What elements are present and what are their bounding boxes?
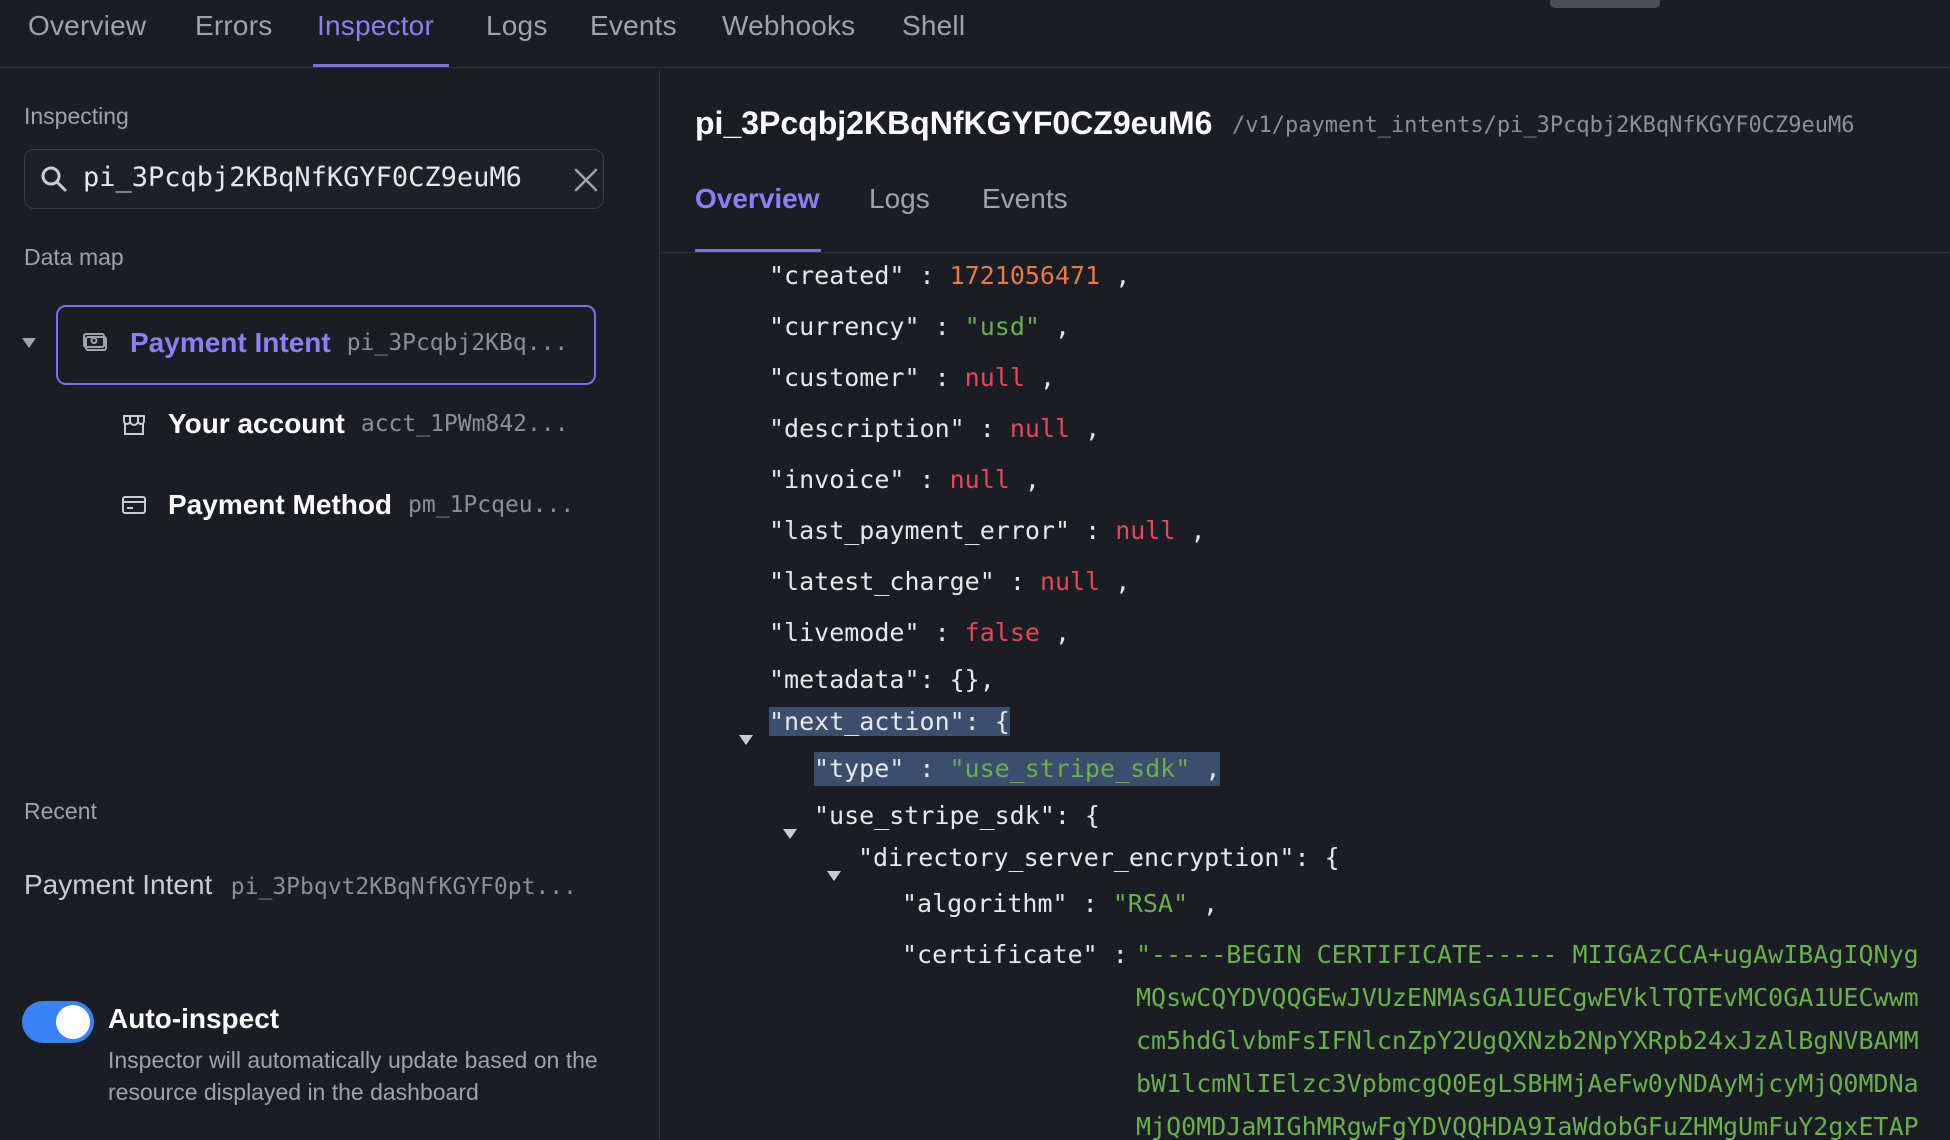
tab-webhooks[interactable]: Webhooks bbox=[722, 10, 855, 42]
tab-shell[interactable]: Shell bbox=[902, 10, 965, 42]
tab-errors[interactable]: Errors bbox=[195, 10, 272, 42]
resource-panel: pi_3Pcqbj2KBqNfKGYF0CZ9euM6 /v1/payment_… bbox=[661, 69, 1950, 1140]
json-key: "invoice" bbox=[769, 465, 905, 494]
json-value: null bbox=[949, 465, 1010, 494]
active-tab-indicator bbox=[313, 64, 449, 67]
json-line-directory-server-encryption[interactable]: "directory_server_encryption": { bbox=[858, 841, 1340, 875]
json-line-last-payment-error: "last_payment_error" : null , bbox=[769, 516, 1206, 545]
auto-inspect-label: Auto-inspect bbox=[108, 1003, 280, 1034]
json-line-algorithm: "algorithm" : "RSA" , bbox=[902, 889, 1219, 918]
recent-label: Recent bbox=[24, 798, 97, 824]
json-key: "algorithm" bbox=[902, 889, 1068, 918]
inspector-sidebar: Inspecting pi_3Pcqbj2KBqNfKGYF0CZ9euM6 D… bbox=[0, 69, 660, 1140]
json-key: "certificate" bbox=[902, 940, 1098, 969]
auto-inspect-description: Inspector will automatically update base… bbox=[108, 1047, 598, 1105]
json-value: null bbox=[1115, 516, 1176, 545]
tab-logs[interactable]: Logs bbox=[486, 10, 548, 42]
data-map-item-title: Payment Intent bbox=[130, 327, 331, 358]
json-value: false bbox=[964, 618, 1040, 647]
json-key-highlighted: "next_action": { bbox=[769, 707, 1010, 736]
subtab-events[interactable]: Events bbox=[982, 183, 1068, 215]
json-line-livemode: "livemode" : false , bbox=[769, 618, 1071, 647]
payment-intent-icon bbox=[83, 333, 107, 351]
json-key: "latest_charge" bbox=[769, 567, 995, 596]
top-nav: Overview Errors Inspector Logs Events We… bbox=[0, 0, 1950, 68]
certificate-line: "-----BEGIN CERTIFICATE----- MIIGAzCCA+u… bbox=[1136, 940, 1919, 969]
search-icon bbox=[41, 166, 67, 192]
tab-inspector[interactable]: Inspector bbox=[317, 10, 434, 42]
recent-item[interactable]: Payment Intent pi_3Pbqvt2KBqNfKGYF0pt... bbox=[24, 869, 577, 901]
json-key: "description" bbox=[769, 414, 965, 443]
recent-item-id: pi_3Pbqvt2KBqNfKGYF0pt... bbox=[230, 874, 577, 900]
data-map-label: Data map bbox=[24, 244, 124, 270]
certificate-line: bW1lcmNlIElzc3VpbmcgQ0EgLSBHMjAeFw0yNDAy… bbox=[1136, 1069, 1919, 1098]
scrollbar-thumb[interactable] bbox=[1550, 0, 1660, 8]
resource-id: pi_3Pcqbj2KBqNfKGYF0CZ9euM6 bbox=[695, 105, 1213, 141]
subtab-overview[interactable]: Overview bbox=[695, 183, 820, 215]
json-key: "last_payment_error" bbox=[769, 516, 1071, 545]
json-value: "use_stripe_sdk" bbox=[949, 754, 1191, 783]
data-map-item-id: pi_3Pcqbj2KBq... bbox=[346, 330, 569, 356]
json-line-certificate: "certificate" : bbox=[902, 940, 1128, 969]
data-map-item-title: Your account bbox=[168, 408, 345, 439]
chevron-down-icon[interactable] bbox=[783, 816, 797, 845]
json-line-use-stripe-sdk[interactable]: "use_stripe_sdk": { bbox=[814, 799, 1100, 833]
auto-inspect-toggle[interactable] bbox=[22, 1001, 94, 1043]
json-key: "customer" bbox=[769, 363, 920, 392]
certificate-line: MQswCQYDVQQGEwJVUzENMAsGA1UECgwEVklTQTEv… bbox=[1136, 983, 1919, 1012]
recent-item-title: Payment Intent bbox=[24, 869, 213, 900]
json-key: "type" bbox=[814, 754, 905, 783]
json-key: "created" bbox=[769, 261, 905, 290]
json-key: "livemode" bbox=[769, 618, 920, 647]
json-line-created: "created" : 1721056471 , bbox=[769, 261, 1131, 290]
json-line-description: "description" : null , bbox=[769, 414, 1101, 443]
json-value: null bbox=[964, 363, 1025, 392]
card-icon bbox=[122, 496, 146, 514]
json-value: "RSA" bbox=[1112, 889, 1188, 918]
json-line-latest-charge: "latest_charge" : null , bbox=[769, 567, 1131, 596]
json-line-metadata: "metadata": {}, bbox=[769, 665, 995, 694]
json-value: null bbox=[1009, 414, 1071, 443]
data-map-item-payment-method[interactable]: Payment Method pm_1Pcqeu... bbox=[120, 489, 574, 521]
json-line-customer: "customer" : null , bbox=[769, 363, 1055, 392]
json-line-invoice: "invoice" : null , bbox=[769, 465, 1040, 494]
json-viewer: "created" : 1721056471 , "currency" : "u… bbox=[661, 253, 1950, 1140]
json-value: 1721056471 bbox=[949, 261, 1101, 290]
data-map-item-payment-intent[interactable]: Payment Intent pi_3Pcqbj2KBq... bbox=[82, 327, 568, 359]
data-map-item-title: Payment Method bbox=[168, 489, 393, 520]
json-line-next-action[interactable]: "next_action": { bbox=[769, 705, 1010, 739]
data-map-item-your-account[interactable]: Your account acct_1PWm842... bbox=[120, 408, 569, 440]
data-map-item-id: acct_1PWm842... bbox=[360, 411, 569, 437]
resource-path: /v1/payment_intents/pi_3Pcqbj2KBqNfKGYF0… bbox=[1232, 113, 1855, 138]
certificate-line: MjQ0MDJaMIGhMRgwFgYDVQQHDA9IaWdobGFuZHMg… bbox=[1136, 1112, 1919, 1140]
chevron-down-icon[interactable] bbox=[22, 338, 36, 348]
certificate-line: cm5hdGlvbmFsIFNlcnZpY2UgQXNzb2NpYXRpb24x… bbox=[1136, 1026, 1919, 1055]
data-map-item-id: pm_1Pcqeu... bbox=[408, 492, 575, 518]
tab-overview[interactable]: Overview bbox=[28, 10, 146, 42]
json-line-type[interactable]: "type" : "use_stripe_sdk" , bbox=[814, 752, 1221, 786]
inspecting-label: Inspecting bbox=[24, 103, 129, 129]
chevron-down-icon[interactable] bbox=[739, 722, 753, 751]
json-value: "usd" bbox=[964, 312, 1040, 341]
json-value: null bbox=[1039, 567, 1101, 596]
search-input[interactable]: pi_3Pcqbj2KBqNfKGYF0CZ9euM6 bbox=[24, 149, 604, 209]
json-line-currency: "currency" : "usd" , bbox=[769, 312, 1071, 341]
json-key: "currency" bbox=[769, 312, 920, 341]
storefront-icon bbox=[123, 415, 145, 435]
chevron-down-icon[interactable] bbox=[827, 858, 841, 887]
search-value[interactable]: pi_3Pcqbj2KBqNfKGYF0CZ9euM6 bbox=[83, 162, 522, 193]
close-icon[interactable] bbox=[573, 167, 599, 193]
subtab-logs[interactable]: Logs bbox=[869, 183, 930, 215]
toggle-knob bbox=[56, 1005, 90, 1039]
tab-events[interactable]: Events bbox=[590, 10, 677, 42]
